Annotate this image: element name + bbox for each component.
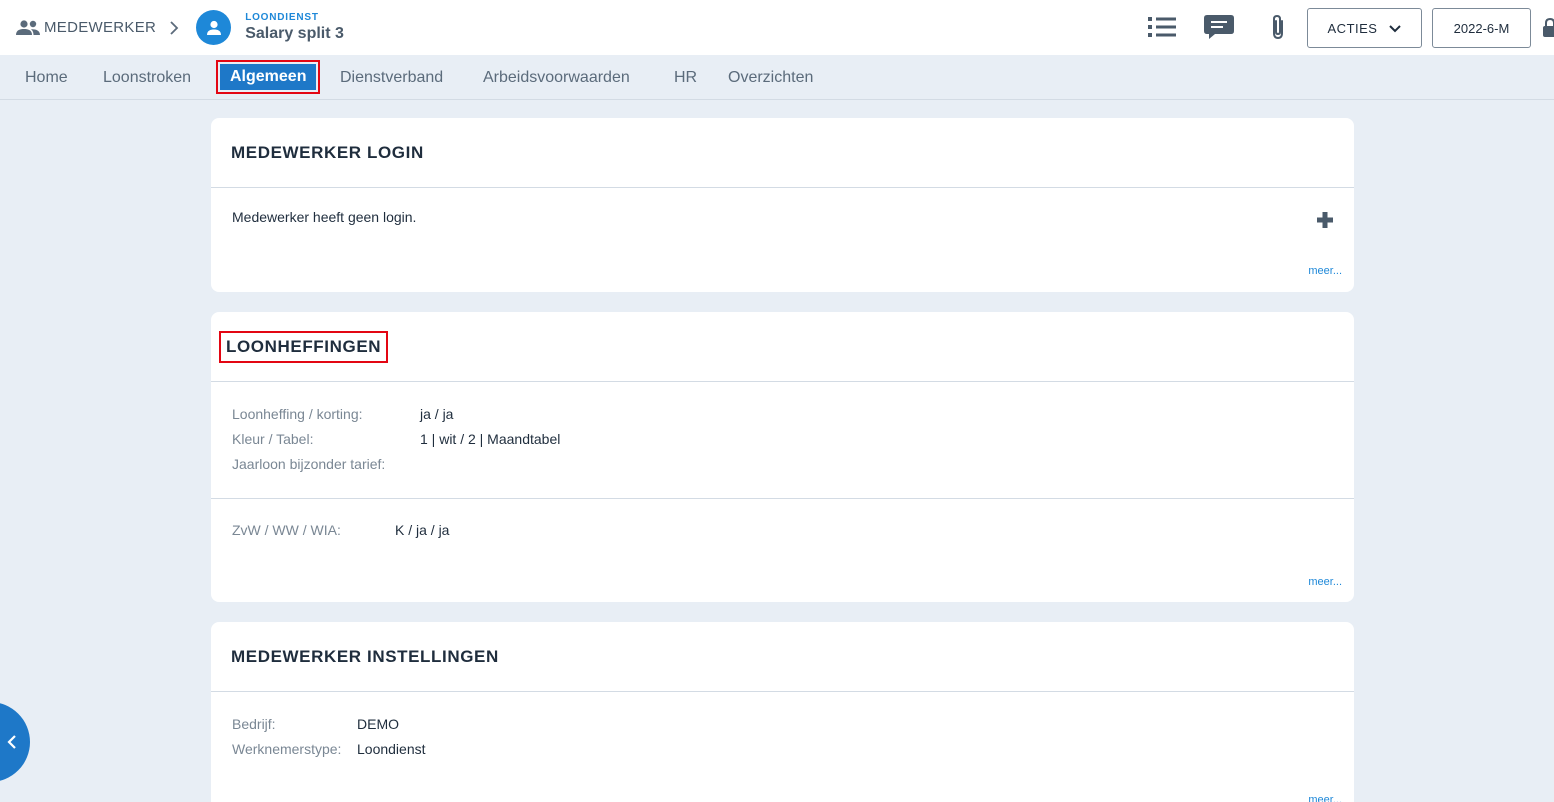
- tab-algemeen[interactable]: Algemeen: [216, 60, 321, 94]
- tab-overzichten[interactable]: Overzichten: [728, 55, 813, 100]
- chat-icon: [1204, 15, 1234, 39]
- chat-button[interactable]: [1199, 7, 1239, 47]
- section-divider: [211, 498, 1354, 499]
- login-more-link[interactable]: meer...: [1308, 265, 1342, 277]
- detail-row: ZvW / WW / WIA: K / ja / ja: [232, 518, 449, 543]
- detail-row: Bedrijf: DEMO: [232, 712, 426, 737]
- list-icon: [1148, 17, 1176, 37]
- top-header: MEDEWERKER LOONDIENST Salary split 3 ACT…: [0, 0, 1554, 55]
- person-icon: [206, 20, 221, 35]
- acties-dropdown[interactable]: ACTIES: [1307, 8, 1422, 48]
- detail-value: DEMO: [357, 716, 399, 732]
- login-card: MEDEWERKER LOGIN Medewerker heeft geen l…: [211, 118, 1354, 292]
- tab-hr[interactable]: HR: [674, 55, 697, 100]
- breadcrumb: MEDEWERKER LOONDIENST Salary split 3: [16, 0, 344, 55]
- tab-dienstverband[interactable]: Dienstverband: [340, 55, 443, 100]
- detail-label: ZvW / WW / WIA:: [232, 522, 341, 538]
- detail-row: Jaarloon bijzonder tarief:: [232, 452, 560, 477]
- login-card-header: MEDEWERKER LOGIN: [211, 118, 1354, 188]
- login-message: Medewerker heeft geen login.: [232, 209, 417, 225]
- paperclip-icon: [1273, 14, 1283, 40]
- list-button[interactable]: [1142, 7, 1182, 47]
- sidebar-toggle[interactable]: [0, 702, 30, 782]
- tab-home[interactable]: Home: [25, 55, 68, 100]
- breadcrumb-medewerker[interactable]: MEDEWERKER: [44, 19, 156, 36]
- detail-label: Jaarloon bijzonder tarief:: [232, 456, 386, 472]
- detail-label: Loonheffing / korting:: [232, 406, 363, 422]
- loonheffingen-card-header: LOONHEFFINGEN: [211, 312, 1354, 382]
- detail-row: Loonheffing / korting: ja / ja: [232, 402, 560, 427]
- detail-label: Werknemerstype:: [232, 741, 342, 757]
- instellingen-card: MEDEWERKER INSTELLINGEN Bedrijf: DEMO We…: [211, 622, 1354, 802]
- instellingen-more-link[interactable]: meer...: [1308, 794, 1342, 802]
- loonheffingen-more-link[interactable]: meer...: [1308, 576, 1342, 588]
- loonheffingen-card: LOONHEFFINGEN Loonheffing / korting: ja …: [211, 312, 1354, 602]
- loonheffingen-details: Loonheffing / korting: ja / ja Kleur / T…: [232, 402, 560, 477]
- chevron-right-icon: [168, 20, 180, 35]
- detail-label: Bedrijf:: [232, 716, 276, 732]
- plus-icon[interactable]: [1317, 212, 1333, 228]
- detail-value: 1 | wit / 2 | Maandtabel: [420, 431, 561, 447]
- detail-row: Werknemerstype: Loondienst: [232, 737, 426, 762]
- chevron-down-icon: [1389, 21, 1402, 36]
- employee-type: LOONDIENST: [245, 11, 319, 23]
- detail-label: Kleur / Tabel:: [232, 431, 314, 447]
- insurance-details: ZvW / WW / WIA: K / ja / ja: [232, 518, 449, 543]
- tab-loonstroken[interactable]: Loonstroken: [103, 55, 191, 100]
- login-card-title: MEDEWERKER LOGIN: [231, 142, 424, 162]
- instellingen-details: Bedrijf: DEMO Werknemerstype: Loondienst: [232, 712, 426, 762]
- detail-value: ja / ja: [420, 406, 454, 422]
- avatar[interactable]: [196, 10, 232, 45]
- people-icon[interactable]: [16, 19, 40, 36]
- detail-value: Loondienst: [357, 741, 426, 757]
- employee-titles: LOONDIENST Salary split 3: [245, 12, 344, 44]
- attachment-button[interactable]: [1258, 7, 1298, 47]
- period-label: 2022-6-M: [1453, 20, 1510, 36]
- chevron-left-icon: [7, 735, 17, 754]
- lock-icon[interactable]: [1543, 18, 1554, 38]
- employee-name: Salary split 3: [245, 24, 344, 42]
- period-selector[interactable]: 2022-6-M: [1432, 8, 1531, 48]
- instellingen-card-title: MEDEWERKER INSTELLINGEN: [231, 646, 499, 666]
- detail-row: Kleur / Tabel: 1 | wit / 2 | Maandtabel: [232, 427, 560, 452]
- tab-algemeen-label: Algemeen: [220, 64, 317, 90]
- tab-arbeidsvoorwaarden[interactable]: Arbeidsvoorwaarden: [483, 55, 630, 100]
- loonheffingen-card-title: LOONHEFFINGEN: [219, 330, 389, 363]
- tab-bar: Home Loonstroken Algemeen Dienstverband …: [0, 55, 1554, 100]
- login-card-body: Medewerker heeft geen login. meer...: [211, 188, 1354, 291]
- instellingen-card-header: MEDEWERKER INSTELLINGEN: [211, 622, 1354, 692]
- detail-value: K / ja / ja: [395, 522, 450, 538]
- acties-label: ACTIES: [1327, 20, 1378, 36]
